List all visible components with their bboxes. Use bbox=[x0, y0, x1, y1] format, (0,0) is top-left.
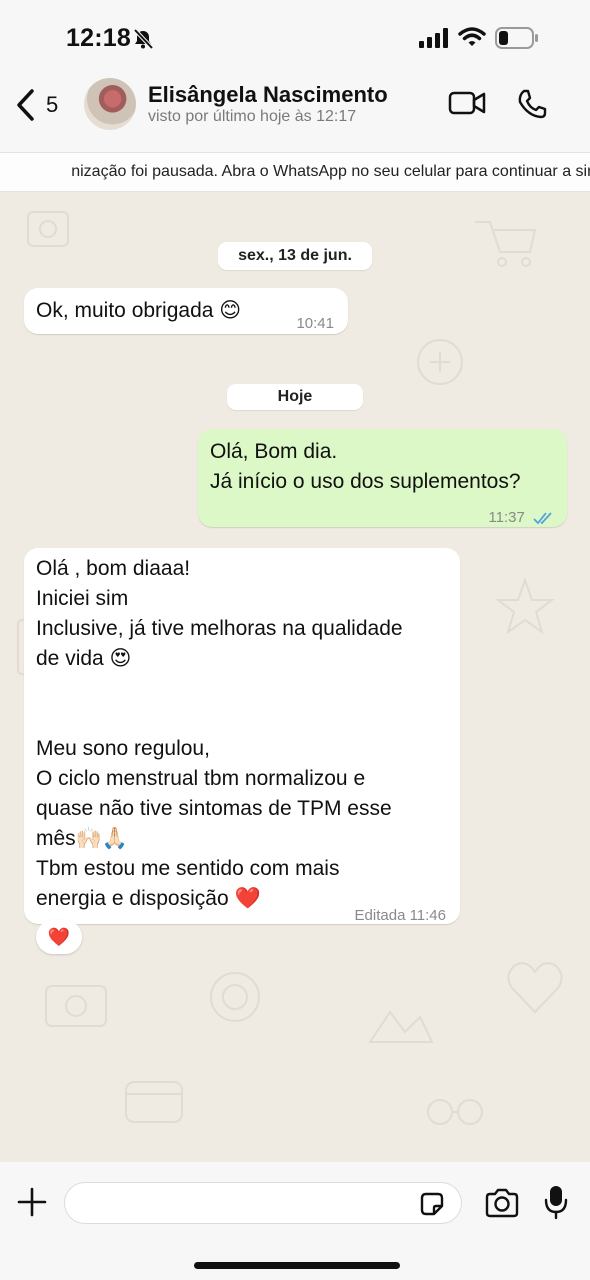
message-text bbox=[36, 674, 403, 704]
message-text bbox=[36, 704, 403, 734]
message-meta: 11:37 bbox=[488, 503, 555, 533]
wallpaper-doodle bbox=[417, 339, 463, 385]
message-text: energia e disposição ❤️ bbox=[36, 887, 261, 910]
wallpaper-doodle bbox=[210, 972, 260, 1022]
wallpaper-doodle bbox=[125, 1081, 183, 1123]
phone-icon[interactable] bbox=[516, 88, 548, 120]
message-text: mês🙌🏻🙏🏻 bbox=[36, 827, 128, 850]
message-time: 10:41 bbox=[296, 315, 334, 332]
double-check-read-icon bbox=[533, 512, 552, 525]
message-body: Olá , bom diaaa! Iniciei sim Inclusive, … bbox=[36, 554, 403, 914]
sticker-icon[interactable] bbox=[418, 1190, 446, 1218]
chat-area[interactable]: sex., 13 de jun. Ok, muito obrigada 😊 10… bbox=[0, 192, 590, 1162]
battery-icon bbox=[495, 27, 538, 49]
outgoing-message[interactable]: Olá, Bom dia. Já início o uso dos suplem… bbox=[198, 429, 567, 527]
message-time: Editada 11:46 bbox=[354, 907, 446, 924]
message-text: de vida 😍 bbox=[36, 647, 132, 670]
avatar[interactable] bbox=[84, 78, 136, 130]
message-text: O ciclo menstrual tbm normalizou e bbox=[36, 767, 366, 790]
date-separator: sex., 13 de jun. bbox=[218, 242, 372, 270]
clock: 12:18 bbox=[66, 24, 131, 52]
sync-paused-banner[interactable]: nização foi pausada. Abra o WhatsApp no … bbox=[0, 152, 590, 192]
signal-icon bbox=[419, 28, 448, 48]
wallpaper-doodle bbox=[475, 221, 537, 267]
wallpaper-doodle bbox=[495, 576, 555, 635]
banner-text: nização foi pausada. Abra o WhatsApp no … bbox=[71, 163, 590, 180]
heart-reaction[interactable]: ❤️ bbox=[36, 920, 82, 954]
wallpaper-doodle bbox=[368, 1010, 434, 1043]
message-text: Ok, muito obrigada 😊 bbox=[36, 299, 242, 322]
status-bar: 12:18 bbox=[0, 0, 590, 72]
contact-name[interactable]: Elisângela Nascimento bbox=[148, 82, 388, 108]
chat-header: 5 Elisângela Nascimento visto por último… bbox=[0, 72, 590, 152]
message-text: quase não tive sintomas de TPM esse bbox=[36, 797, 392, 820]
wallpaper-doodle bbox=[427, 1099, 483, 1125]
input-bar bbox=[0, 1162, 590, 1280]
contact-status: visto por último hoje às 12:17 bbox=[148, 108, 357, 125]
message-text: Inclusive, já tive melhoras na qualidade bbox=[36, 617, 403, 640]
wallpaper-doodle bbox=[507, 962, 563, 1014]
incoming-message[interactable]: Olá , bom diaaa! Iniciei sim Inclusive, … bbox=[24, 548, 460, 924]
message-text: Meu sono regulou, bbox=[36, 737, 210, 760]
plus-icon[interactable] bbox=[16, 1186, 48, 1218]
bell-slash-icon bbox=[133, 28, 154, 50]
date-separator: Hoje bbox=[227, 384, 363, 410]
message-text: Iniciei sim bbox=[36, 587, 129, 610]
unread-count[interactable]: 5 bbox=[46, 92, 58, 118]
incoming-message[interactable]: Ok, muito obrigada 😊 10:41 bbox=[24, 288, 348, 334]
message-input[interactable] bbox=[64, 1182, 462, 1224]
microphone-icon[interactable] bbox=[544, 1184, 568, 1220]
home-indicator bbox=[194, 1262, 400, 1269]
message-text: Olá, Bom dia. bbox=[210, 440, 338, 463]
message-text: Tbm estou me sentido com mais bbox=[36, 857, 340, 880]
wifi-icon bbox=[458, 27, 486, 46]
wallpaper-doodle bbox=[45, 985, 107, 1027]
wallpaper-doodle bbox=[27, 211, 69, 247]
message-text: Olá , bom diaaa! bbox=[36, 557, 191, 580]
chevron-left-icon[interactable] bbox=[14, 88, 38, 122]
camera-icon[interactable] bbox=[484, 1188, 520, 1218]
message-text: Já início o uso dos suplementos? bbox=[210, 470, 521, 493]
message-time: 11:37 bbox=[488, 509, 525, 526]
video-call-icon[interactable] bbox=[448, 90, 486, 116]
